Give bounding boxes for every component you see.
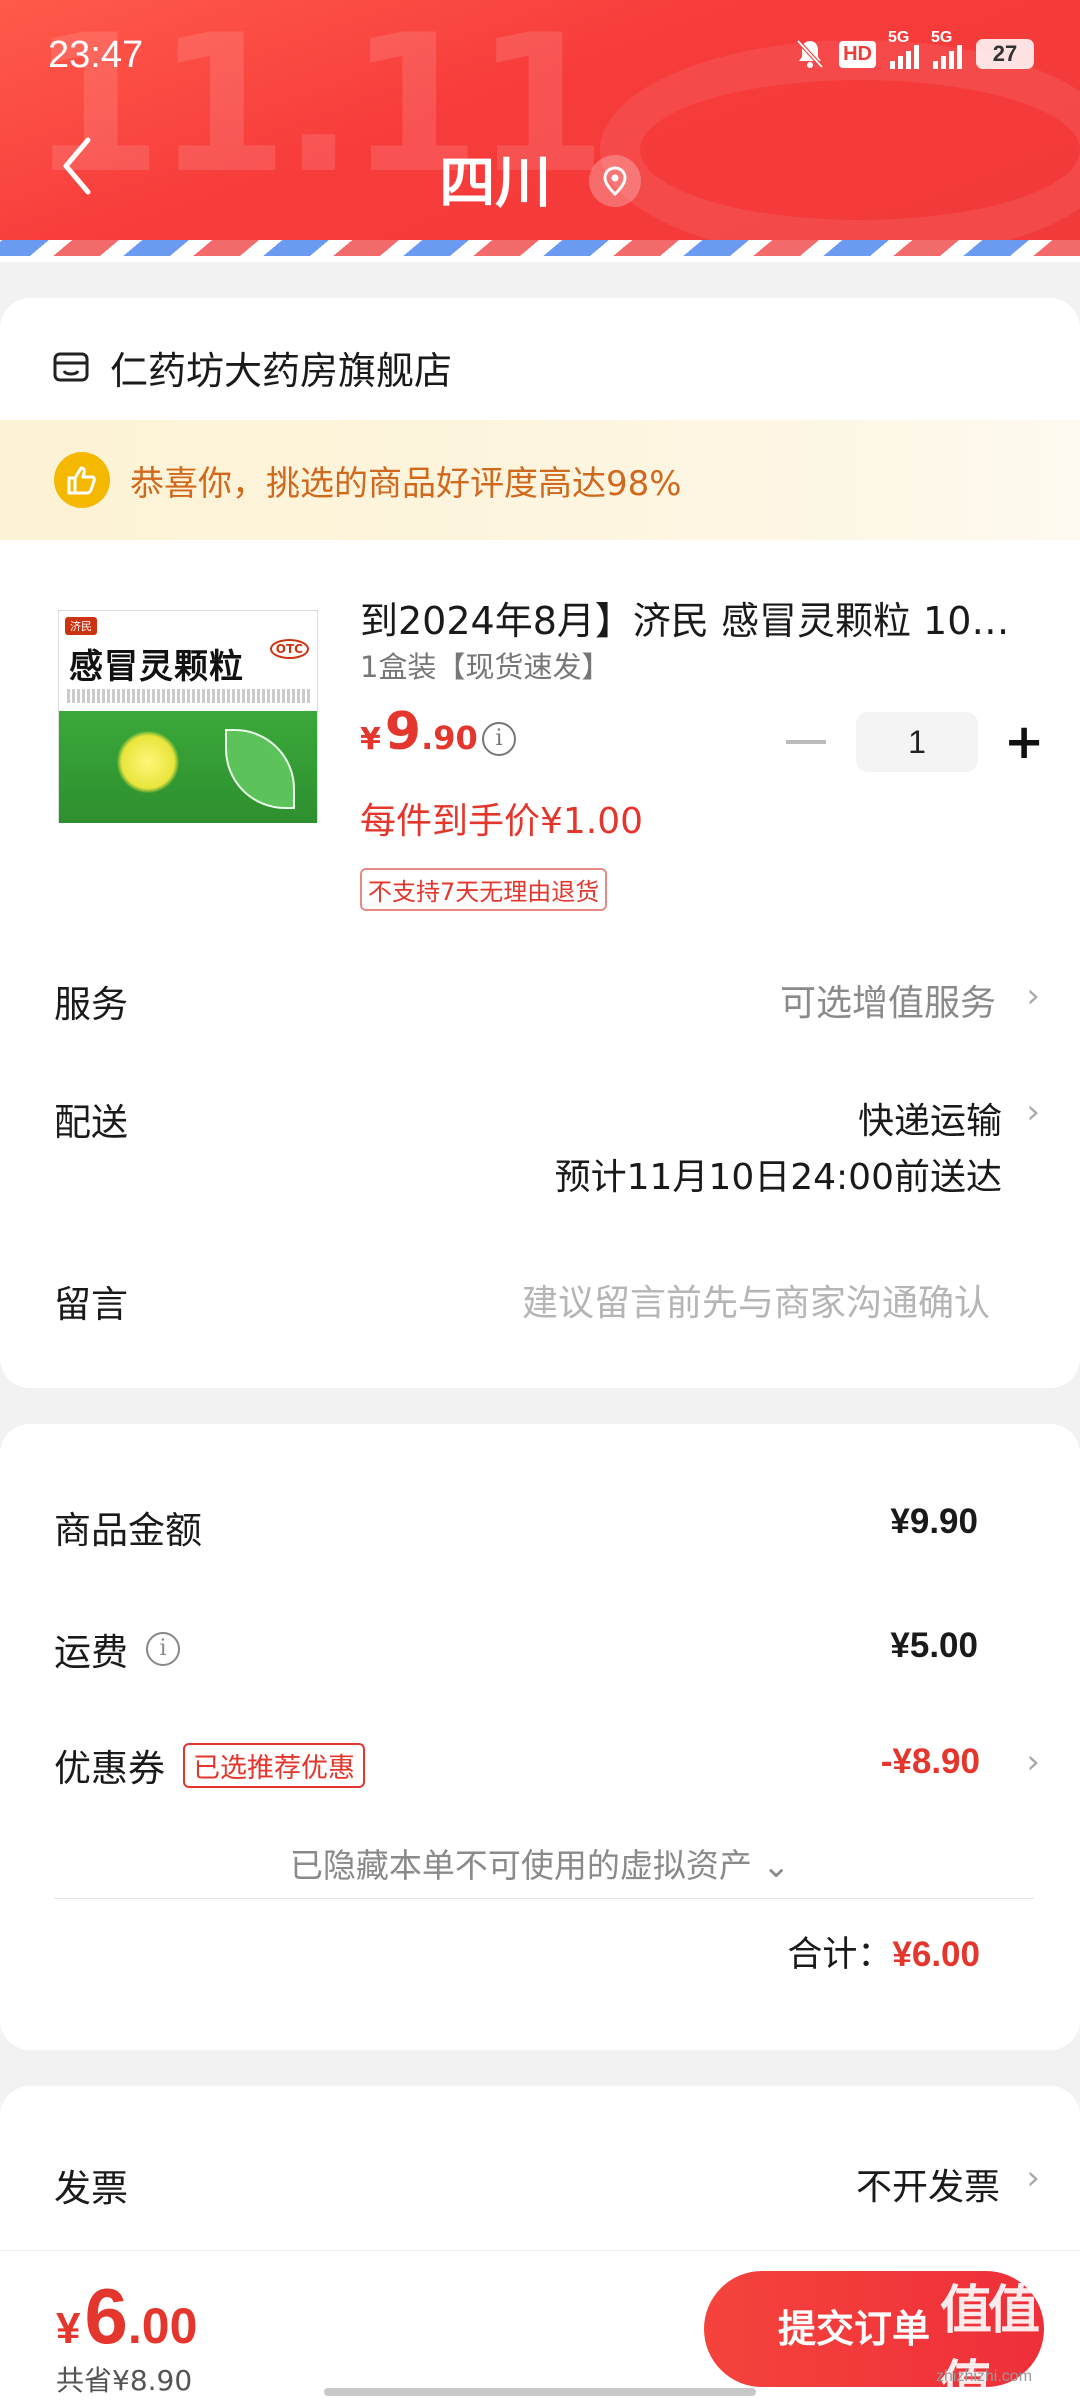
address-title: 四川 (439, 151, 552, 216)
goods-amount-value: ¥9.90 (890, 1502, 978, 1541)
box-otc-mark: OTC (269, 639, 309, 659)
product-price: ¥9.90 (360, 702, 478, 762)
battery-icon: 27 (976, 39, 1034, 69)
invoice-label: 发票 (54, 2167, 128, 2210)
order-item-card: 仁药坊大药房旗舰店 恭喜你，挑选的商品好评度高达98% 济民 OTC 感冒灵颗粒… (0, 298, 1080, 1388)
checkout-bar: ¥6.00 共省¥8.90 提交订单 (0, 2250, 1080, 2400)
status-icons: HD 5G 5G 27 (795, 29, 1034, 70)
chevron-right-icon: › (1026, 1742, 1040, 1782)
goods-amount-label: 商品金额 (54, 1509, 202, 1552)
product-title[interactable]: 到2024年8月】济民 感冒灵颗粒 10… (360, 590, 1030, 645)
service-label: 服务 (54, 983, 128, 1026)
increase-quantity-button[interactable]: + (1004, 712, 1044, 772)
mute-bell-icon (795, 38, 825, 70)
checkout-total: ¥6.00 (56, 2272, 198, 2360)
shipping-label: 运费 i (54, 1622, 180, 1676)
shop-name: 仁药坊大药房旗舰店 (110, 349, 453, 393)
shop-header[interactable]: 仁药坊大药房旗舰店 (52, 340, 452, 395)
address-selector[interactable]: 四川 (0, 138, 1080, 219)
service-value: 可选增值服务 (779, 983, 996, 1024)
total-savings: 共省¥8.90 (56, 2364, 193, 2397)
box-fine-print (67, 689, 311, 703)
rating-banner: 恭喜你，挑选的商品好评度高达98% (0, 420, 1080, 540)
coupon-label: 优惠券 已选推荐优惠 (54, 1738, 365, 1792)
product-image[interactable]: 济民 OTC 感冒灵颗粒 (58, 610, 318, 823)
quantity-input[interactable]: 1 (856, 712, 978, 772)
hd-icon: HD (839, 40, 876, 68)
shop-icon (53, 352, 89, 381)
quantity-stepper: 1 + (786, 712, 1044, 772)
coupon-value: -¥8.90 (880, 1742, 980, 1781)
chevron-right-icon: › (1026, 1092, 1040, 1132)
status-bar: 23:47 HD 5G 5G 27 (0, 0, 1080, 110)
invoice-value: 不开发票 (855, 2167, 1000, 2208)
status-time: 23:47 (48, 34, 144, 76)
chevron-right-icon: › (1026, 976, 1040, 1016)
message-label: 留言 (54, 1283, 128, 1326)
chevron-right-icon: › (1026, 2158, 1040, 2198)
thumbs-up-icon (54, 452, 110, 508)
decrease-quantity-button[interactable] (786, 740, 826, 744)
signal-icon: 5G (888, 29, 919, 69)
order-total: 合计：¥6.00 (787, 1935, 980, 1975)
delivery-method: 快递运输 (857, 1101, 1002, 1142)
price-info-icon[interactable]: i (482, 722, 516, 756)
signal-icon: 5G (931, 29, 962, 69)
box-green-panel (59, 711, 317, 823)
coupon-tag: 已选推荐优惠 (183, 1742, 365, 1788)
divider (54, 1898, 1034, 1899)
box-leaf-graphic (225, 729, 295, 809)
unit-price: 每件到手价¥1.00 (360, 801, 644, 842)
location-pin-icon (588, 154, 641, 207)
message-input[interactable]: 建议留言前先与商家沟通确认 (522, 1274, 990, 1326)
envelope-border (0, 240, 1080, 262)
box-product-name: 感冒灵颗粒 (69, 647, 244, 687)
delivery-eta: 预计11月10日24:00前送达 (554, 1157, 1002, 1198)
delivery-label: 配送 (54, 1101, 128, 1144)
return-policy-tag: 不支持7天无理由退货 (360, 868, 608, 911)
shipping-info-icon[interactable]: i (146, 1632, 180, 1666)
box-sun-graphic (117, 731, 179, 793)
price-summary-card: 商品金额 ¥9.90 运费 i ¥5.00 优惠券 已选推荐优惠 -¥8.90 … (0, 1424, 1080, 2050)
shipping-value: ¥5.00 (890, 1626, 978, 1665)
rating-text: 恭喜你，挑选的商品好评度高达98% (130, 463, 682, 504)
home-indicator[interactable] (324, 2388, 756, 2396)
product-spec[interactable]: 1盒装【现货速发】 (360, 644, 610, 686)
site-watermark-url: zhizhizhi.com (936, 2368, 1033, 2385)
hidden-assets-toggle[interactable]: 已隐藏本单不可使用的虚拟资产 ⌄ (0, 1839, 1080, 1887)
box-brand: 济民 (65, 617, 97, 635)
